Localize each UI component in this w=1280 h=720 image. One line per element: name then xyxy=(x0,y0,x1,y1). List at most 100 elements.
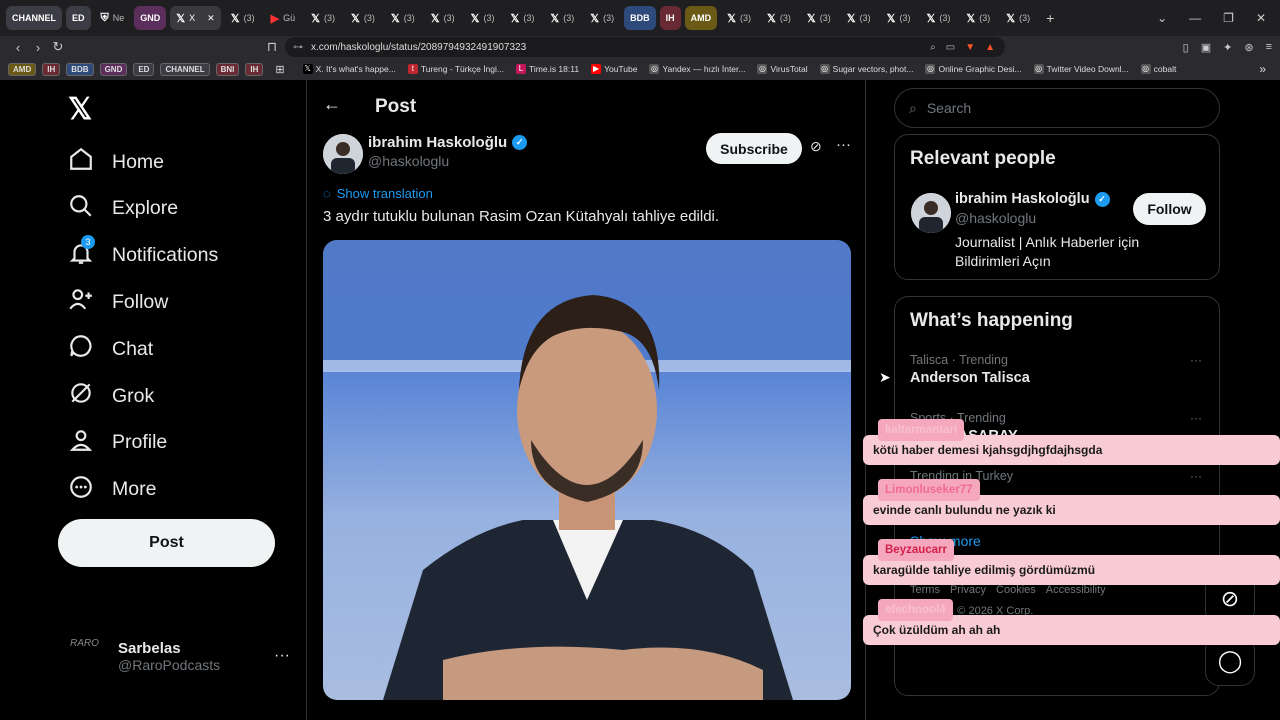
wallet-icon[interactable]: ▣ xyxy=(1201,41,1211,54)
sidebar-item-explore[interactable]: Explore xyxy=(68,193,178,225)
sidebar-item-chat[interactable]: Chat xyxy=(68,333,153,365)
bookmark-group-ih[interactable]: IH xyxy=(245,62,264,76)
bookmark-item[interactable]: ◎ Yandex — hızlı İnter... xyxy=(649,64,745,74)
author-handle[interactable]: @haskologlu xyxy=(368,153,449,169)
browser-tab[interactable]: 𝕏 (3) xyxy=(920,6,956,30)
browser-tab[interactable]: 𝕏 (3) xyxy=(881,6,917,30)
bookmark-group-bdb[interactable]: BDB xyxy=(66,62,94,76)
footer-link[interactable]: Cookies xyxy=(996,584,1036,596)
tab-group-channel[interactable]: CHANNEL xyxy=(6,6,62,30)
bookmark-item[interactable]: ◎ VirusTotal xyxy=(757,64,808,74)
footer-link[interactable]: Terms xyxy=(910,584,940,596)
brave-rewards-icon[interactable]: ▲ xyxy=(985,42,995,53)
bookmark-item[interactable]: ◎ Sugar vectors, phot... xyxy=(819,64,913,74)
sidebar-item-notifications[interactable]: 3 Notifications xyxy=(68,234,218,272)
sidebar-toggle-icon[interactable]: ▯ xyxy=(1183,41,1189,54)
browser-tab[interactable]: 𝕏 (3) xyxy=(225,6,261,30)
post-image[interactable] xyxy=(323,240,851,700)
bookmark-group-ed[interactable]: ED xyxy=(133,62,155,76)
browser-tab[interactable]: ▶ Gü xyxy=(265,6,301,30)
person-handle[interactable]: @haskologlu xyxy=(955,210,1036,226)
bookmark-item[interactable]: ▶ YouTube xyxy=(591,64,637,74)
reload-icon[interactable]: ↻ xyxy=(48,39,68,55)
account-more-icon[interactable]: ··· xyxy=(274,647,290,665)
trend-more-icon[interactable]: ··· xyxy=(1190,353,1202,367)
bookmark-item[interactable]: ◎ Twitter Video Downl... xyxy=(1033,64,1129,74)
bookmark-item[interactable]: L Time.is 18:11 xyxy=(516,64,579,74)
browser-tab[interactable]: 𝕏 (3) xyxy=(721,6,757,30)
cast-icon[interactable]: ▭ xyxy=(946,42,955,53)
sidebar-item-grok[interactable]: Grok xyxy=(68,380,154,412)
tab-group-gnd[interactable]: GND xyxy=(134,6,167,30)
post-button[interactable]: Post xyxy=(58,519,275,567)
bookmark-item[interactable]: t Tureng - Türkçe İngi... xyxy=(407,64,504,74)
back-arrow-icon[interactable]: ← xyxy=(323,94,341,115)
person-avatar[interactable] xyxy=(911,193,951,233)
footer-link[interactable]: Accessibility xyxy=(1046,584,1106,596)
site-settings-icon[interactable]: ⊶ xyxy=(293,42,303,53)
follow-button[interactable]: Follow xyxy=(1133,193,1206,225)
browser-tab[interactable]: 𝕏 (3) xyxy=(544,6,580,30)
browser-tab[interactable]: 𝕏 (3) xyxy=(801,6,837,30)
x-logo-icon[interactable]: 𝕏 xyxy=(68,92,92,127)
browser-tab[interactable]: 𝕏 (3) xyxy=(465,6,501,30)
bookmark-group-ih[interactable]: IH xyxy=(42,62,61,76)
menu-icon[interactable]: ≡ xyxy=(1266,41,1272,54)
browser-tab[interactable]: ⛨ Ne xyxy=(95,6,131,30)
bookmark-group-bni[interactable]: BNI xyxy=(215,62,240,76)
browser-tab[interactable]: 𝕏 X ✕ xyxy=(170,6,221,30)
brave-shield-icon[interactable]: ▼ xyxy=(965,42,975,53)
person-name-row[interactable]: ibrahim Haskoloğlu ✓ xyxy=(955,191,1110,207)
author-avatar[interactable] xyxy=(323,134,363,174)
bookmark-icon[interactable]: ⊓ xyxy=(262,39,282,55)
tab-group-ed[interactable]: ED xyxy=(66,6,91,30)
grok-icon[interactable]: ⊘ xyxy=(810,138,822,155)
bookmarks-overflow-icon[interactable]: » xyxy=(1259,62,1266,76)
forward-nav-icon[interactable]: › xyxy=(28,40,48,55)
sidebar-item-follow[interactable]: Follow xyxy=(68,286,168,318)
tab-group-amd[interactable]: AMD xyxy=(684,6,718,30)
url-field[interactable]: ⊶ x.com/haskologlu/status/20897949324919… xyxy=(285,37,1005,57)
bookmark-item[interactable]: ◎ Online Graphic Desi... xyxy=(925,64,1022,74)
bookmark-group-channel[interactable]: CHANNEL xyxy=(160,62,210,76)
trend-more-icon[interactable]: ··· xyxy=(1190,411,1202,425)
footer-link[interactable]: Privacy xyxy=(950,584,986,596)
bookmark-item[interactable]: ◎ cobalt xyxy=(1140,64,1176,74)
browser-tab[interactable]: 𝕏 (3) xyxy=(385,6,421,30)
vpn-icon[interactable]: ⊛ xyxy=(1244,41,1253,54)
browser-tab[interactable]: 𝕏 (3) xyxy=(345,6,381,30)
show-translation-link[interactable]: ◌ Show translation xyxy=(323,186,433,201)
search-input[interactable]: ⌕ Search xyxy=(894,88,1220,128)
browser-tab[interactable]: 𝕏 (3) xyxy=(425,6,461,30)
author-name-row[interactable]: ibrahim Haskoloğlu ✓ xyxy=(368,134,528,151)
apps-grid-icon[interactable]: ⊞ xyxy=(275,63,284,76)
browser-tab[interactable]: 𝕏 (3) xyxy=(841,6,877,30)
close-window-icon[interactable]: ✕ xyxy=(1256,11,1266,25)
bookmark-group-amd[interactable]: AMD xyxy=(8,62,37,76)
minimize-icon[interactable]: — xyxy=(1189,11,1201,25)
leo-icon[interactable]: ✦ xyxy=(1223,41,1232,54)
tab-group-ih[interactable]: IH xyxy=(659,6,681,30)
sidebar-item-profile[interactable]: Profile xyxy=(68,427,167,459)
browser-tab[interactable]: 𝕏 (3) xyxy=(504,6,540,30)
tab-close-icon[interactable]: ✕ xyxy=(207,13,215,24)
back-nav-icon[interactable]: ‹ xyxy=(8,40,28,55)
zoom-icon[interactable]: ⌕ xyxy=(930,42,936,53)
trend-item[interactable]: Talisca · Trending Anderson Talisca ··· xyxy=(910,353,1210,386)
sidebar-item-more[interactable]: More xyxy=(68,474,156,506)
trend-more-icon[interactable]: ··· xyxy=(1190,469,1202,483)
account-switcher[interactable]: RARO Sarbelas @RaroPodcasts ··· xyxy=(70,638,290,674)
browser-tab[interactable]: 𝕏 (3) xyxy=(761,6,797,30)
new-tab-icon[interactable]: + xyxy=(1046,10,1054,26)
browser-tab[interactable]: 𝕏 (3) xyxy=(305,6,341,30)
browser-tab[interactable]: 𝕏 (3) xyxy=(1000,6,1036,30)
browser-tab[interactable]: 𝕏 (3) xyxy=(960,6,996,30)
subscribe-button[interactable]: Subscribe xyxy=(706,133,802,164)
post-more-icon[interactable]: ··· xyxy=(836,136,851,153)
sidebar-item-home[interactable]: Home xyxy=(68,146,164,178)
tab-group-bdb[interactable]: BDB xyxy=(624,6,656,30)
maximize-icon[interactable]: ❐ xyxy=(1223,11,1234,25)
bookmark-group-gnd[interactable]: GND xyxy=(99,62,128,76)
bookmark-item[interactable]: 𝕏 X. It's what's happe... xyxy=(302,64,396,74)
browser-tab[interactable]: 𝕏 (3) xyxy=(584,6,620,30)
